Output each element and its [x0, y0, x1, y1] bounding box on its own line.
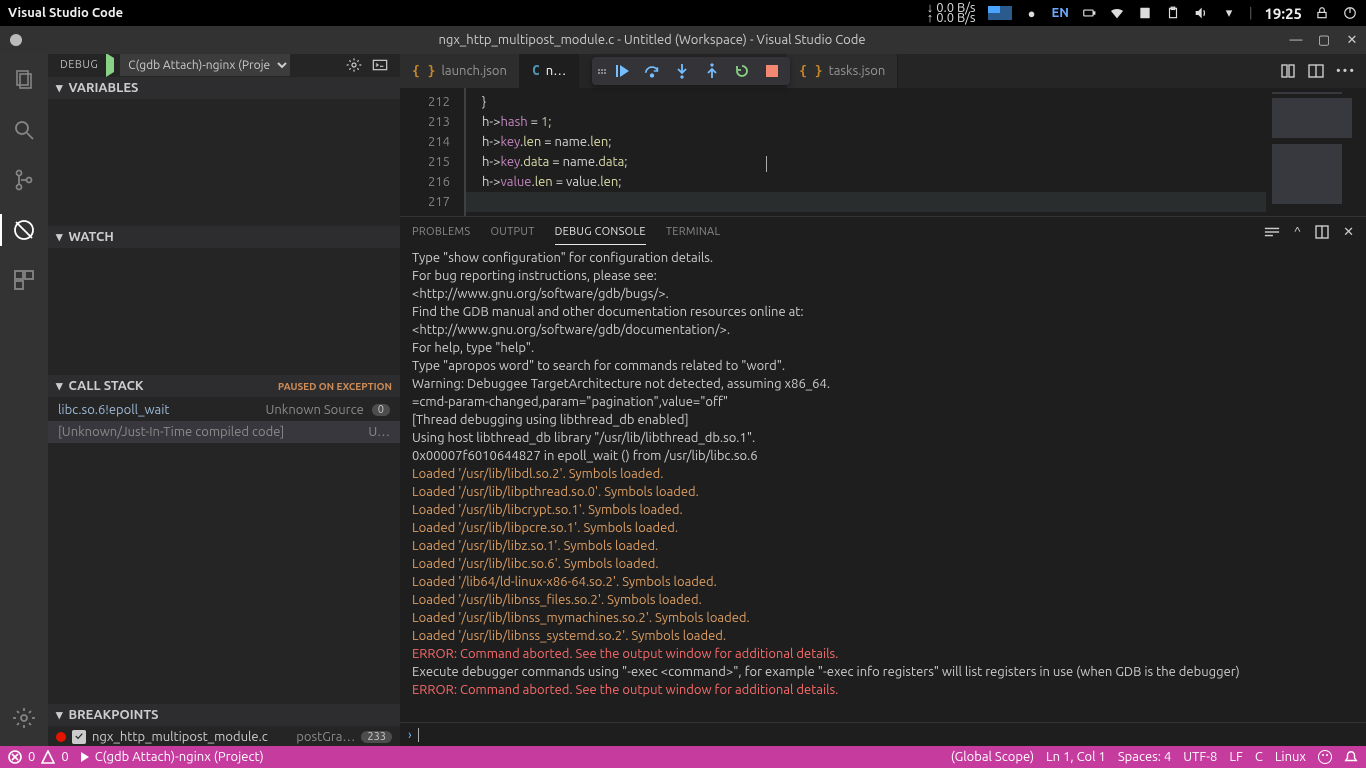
feedback-icon[interactable] — [1318, 750, 1332, 764]
window-minimize-button[interactable]: — — [1282, 26, 1310, 54]
status-debug-config[interactable]: C(gdb Attach)-nginx (Project) — [81, 750, 264, 764]
input-caret — [418, 728, 419, 742]
volume-icon[interactable] — [1193, 5, 1209, 21]
status-bar: 0 0 C(gdb Attach)-nginx (Project) (Globa… — [0, 746, 1366, 768]
debug-header-label: DEBUG — [60, 59, 98, 71]
maximize-panel-icon[interactable] — [1315, 225, 1329, 239]
panel-tabs: PROBLEMS OUTPUT DEBUG CONSOLE TERMINAL ^… — [400, 217, 1366, 247]
activity-explorer[interactable] — [0, 60, 48, 100]
activity-bar — [0, 54, 48, 746]
debug-console-input[interactable]: › — [400, 722, 1366, 746]
variables-section-header[interactable]: ▾VARIABLES — [48, 77, 400, 99]
tab-debug-console[interactable]: DEBUG CONSOLE — [555, 220, 646, 245]
window-titlebar[interactable]: ngx_http_multipost_module.c - Untitled (… — [0, 26, 1366, 54]
activity-debug[interactable] — [0, 210, 48, 250]
debug-console-icon[interactable] — [372, 57, 388, 73]
debug-sidebar: DEBUG C(gdb Attach)-nginx (Project) ▾VAR… — [48, 54, 400, 746]
breakpoints-section-header[interactable]: ▾BREAKPOINTS — [48, 704, 400, 726]
tab-current-file[interactable]: Cn… — [520, 54, 579, 88]
code-editor[interactable]: 212213214 215216217 } h->hash = 1; h->ke… — [400, 88, 1366, 216]
net-speed: ↓ 0.0 B/s ↑ 0.0 B/s — [927, 3, 976, 23]
stack-frame[interactable]: [Unknown/Just-In-Time compiled code] U… — [48, 421, 400, 443]
notifications-icon[interactable] — [1344, 750, 1358, 764]
drag-handle-icon[interactable] — [596, 69, 606, 74]
tab-launch-json[interactable]: { }launch.json — [400, 54, 520, 88]
continue-button[interactable] — [608, 57, 636, 85]
line-gutter: 212213214 215216217 — [400, 88, 464, 216]
repl-prompt: › — [408, 728, 412, 742]
power-icon[interactable] — [1342, 5, 1358, 21]
bottom-panel: PROBLEMS OUTPUT DEBUG CONSOLE TERMINAL ^… — [400, 216, 1366, 746]
battery-icon[interactable] — [1081, 5, 1097, 21]
wifi-icon[interactable] — [1109, 5, 1125, 21]
window-close-button[interactable]: ✕ — [1338, 26, 1366, 54]
debug-config-control: C(gdb Attach)-nginx (Project) — [106, 54, 290, 76]
debug-config-select[interactable]: C(gdb Attach)-nginx (Project) — [120, 54, 290, 76]
more-icon[interactable]: ••• — [1336, 64, 1356, 78]
status-language[interactable]: C — [1255, 750, 1263, 764]
clipboard-icon[interactable] — [1165, 5, 1181, 21]
step-out-button[interactable] — [698, 57, 726, 85]
debug-header: DEBUG C(gdb Attach)-nginx (Project) — [48, 54, 400, 76]
disk-icon[interactable] — [1137, 5, 1153, 21]
text-cursor — [766, 156, 767, 172]
breakpoint-checkbox[interactable]: ✓ — [72, 730, 86, 744]
divider: | — [1249, 6, 1253, 20]
split-editor-icon[interactable] — [1308, 63, 1324, 79]
clock[interactable]: 19:25 — [1264, 5, 1302, 22]
window-title: ngx_http_multipost_module.c - Untitled (… — [22, 33, 1282, 47]
callstack-section-header[interactable]: ▾CALL STACK PAUSED ON EXCEPTION — [48, 375, 400, 397]
keyboard-layout[interactable]: EN — [1052, 6, 1069, 20]
os-app-title: Visual Studio Code — [8, 6, 123, 20]
close-panel-icon[interactable]: ✕ — [1343, 225, 1354, 240]
compare-icon[interactable] — [1280, 63, 1296, 79]
step-into-button[interactable] — [668, 57, 696, 85]
status-scope[interactable]: (Global Scope) — [951, 750, 1034, 764]
status-os[interactable]: Linux — [1275, 750, 1306, 764]
editor-area: { }launch.json Cn… { }tasks.json ••• 212… — [400, 54, 1366, 746]
gear-icon[interactable] — [346, 57, 362, 73]
record-icon[interactable]: ● — [1024, 5, 1040, 21]
activity-extensions[interactable] — [0, 260, 48, 300]
status-problems[interactable]: 0 0 — [8, 750, 69, 764]
lock-icon[interactable] — [1314, 5, 1330, 21]
word-wrap-icon[interactable] — [1264, 225, 1280, 239]
window-maximize-button[interactable]: ▢ — [1310, 26, 1338, 54]
os-indicators: ↓ 0.0 B/s ↑ 0.0 B/s ● EN ▾ | 19:25 — [927, 3, 1358, 23]
collapse-panel-icon[interactable]: ^ — [1294, 225, 1301, 239]
status-eol[interactable]: LF — [1229, 750, 1242, 764]
status-cursor-pos[interactable]: Ln 1, Col 1 — [1046, 750, 1106, 764]
stack-frame[interactable]: libc.so.6!epoll_wait Unknown Source 0 — [48, 399, 400, 421]
watch-section-header[interactable]: ▾WATCH — [48, 226, 400, 248]
tab-terminal[interactable]: TERMINAL — [666, 220, 721, 244]
code-content[interactable]: } h->hash = 1; h->key.len = name.len; h-… — [464, 88, 1266, 216]
paused-status: PAUSED ON EXCEPTION — [278, 381, 392, 392]
debug-toolbar[interactable] — [592, 57, 790, 85]
step-over-button[interactable] — [638, 57, 666, 85]
tab-output[interactable]: OUTPUT — [490, 220, 534, 244]
status-encoding[interactable]: UTF-8 — [1183, 750, 1217, 764]
minimap[interactable] — [1266, 88, 1366, 216]
activity-settings[interactable] — [0, 698, 48, 738]
workspace-indicator[interactable] — [988, 6, 1012, 20]
chevron-down-icon[interactable]: ▾ — [1221, 5, 1237, 21]
restart-button[interactable] — [728, 57, 756, 85]
breakpoint-dot-icon — [56, 732, 66, 742]
activity-search[interactable] — [0, 110, 48, 150]
debug-console-output[interactable]: Type "show configuration" for configurat… — [400, 247, 1366, 722]
activity-scm[interactable] — [0, 160, 48, 200]
editor-tabs: { }launch.json Cn… { }tasks.json ••• — [400, 54, 1366, 88]
modified-dot-icon — [10, 34, 22, 46]
breakpoint-row[interactable]: ✓ ngx_http_multipost_module.c postGra… 2… — [48, 726, 400, 746]
tab-tasks-json[interactable]: { }tasks.json — [787, 54, 898, 88]
stop-button[interactable] — [758, 57, 786, 85]
start-debug-button[interactable] — [106, 58, 114, 72]
tab-problems[interactable]: PROBLEMS — [412, 220, 470, 244]
os-top-bar: Visual Studio Code ↓ 0.0 B/s ↑ 0.0 B/s ●… — [0, 0, 1366, 26]
status-indent[interactable]: Spaces: 4 — [1118, 750, 1171, 764]
